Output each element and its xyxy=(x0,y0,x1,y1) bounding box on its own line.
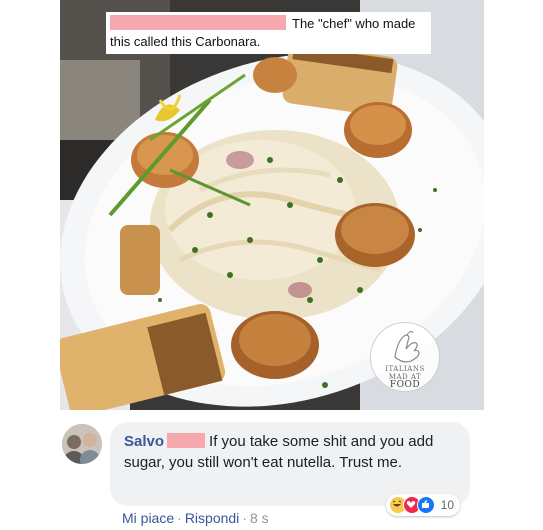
comment-actions: Mi piace · Rispondi · 8 s xyxy=(122,510,269,526)
caption-line-1: The "chef" who made xyxy=(292,16,416,31)
separator: · xyxy=(242,510,247,526)
like-link[interactable]: Mi piace xyxy=(122,510,174,526)
italians-mad-at-food-logo: ITALIANS MAD AT FOOD xyxy=(370,322,440,392)
profile-photo-icon xyxy=(62,424,102,464)
logo-line-3: FOOD xyxy=(389,380,421,390)
redacted-surname xyxy=(167,433,206,448)
caption-line-2: this called this Carbonara. xyxy=(110,34,261,49)
like-icon xyxy=(416,496,435,514)
reply-link[interactable]: Rispondi xyxy=(185,510,239,526)
post-caption: The "chef" who made this called this Car… xyxy=(106,12,431,54)
reaction-count: 10 xyxy=(440,497,454,512)
comment-area: Salvo If you take some shit and you add s… xyxy=(0,410,543,530)
comment-bubble: Salvo If you take some shit and you add s… xyxy=(110,422,470,516)
logo-line-1: ITALIANS xyxy=(385,365,425,373)
redacted-name xyxy=(110,15,286,30)
comment-time[interactable]: 8 s xyxy=(250,510,269,526)
avatar[interactable] xyxy=(62,424,102,464)
separator: · xyxy=(177,510,182,526)
reactions-summary[interactable]: 10 xyxy=(385,494,460,516)
hand-gesture-icon xyxy=(394,330,420,363)
logo-text: ITALIANS MAD AT FOOD xyxy=(371,365,439,390)
comment-author[interactable]: Salvo xyxy=(124,433,164,450)
